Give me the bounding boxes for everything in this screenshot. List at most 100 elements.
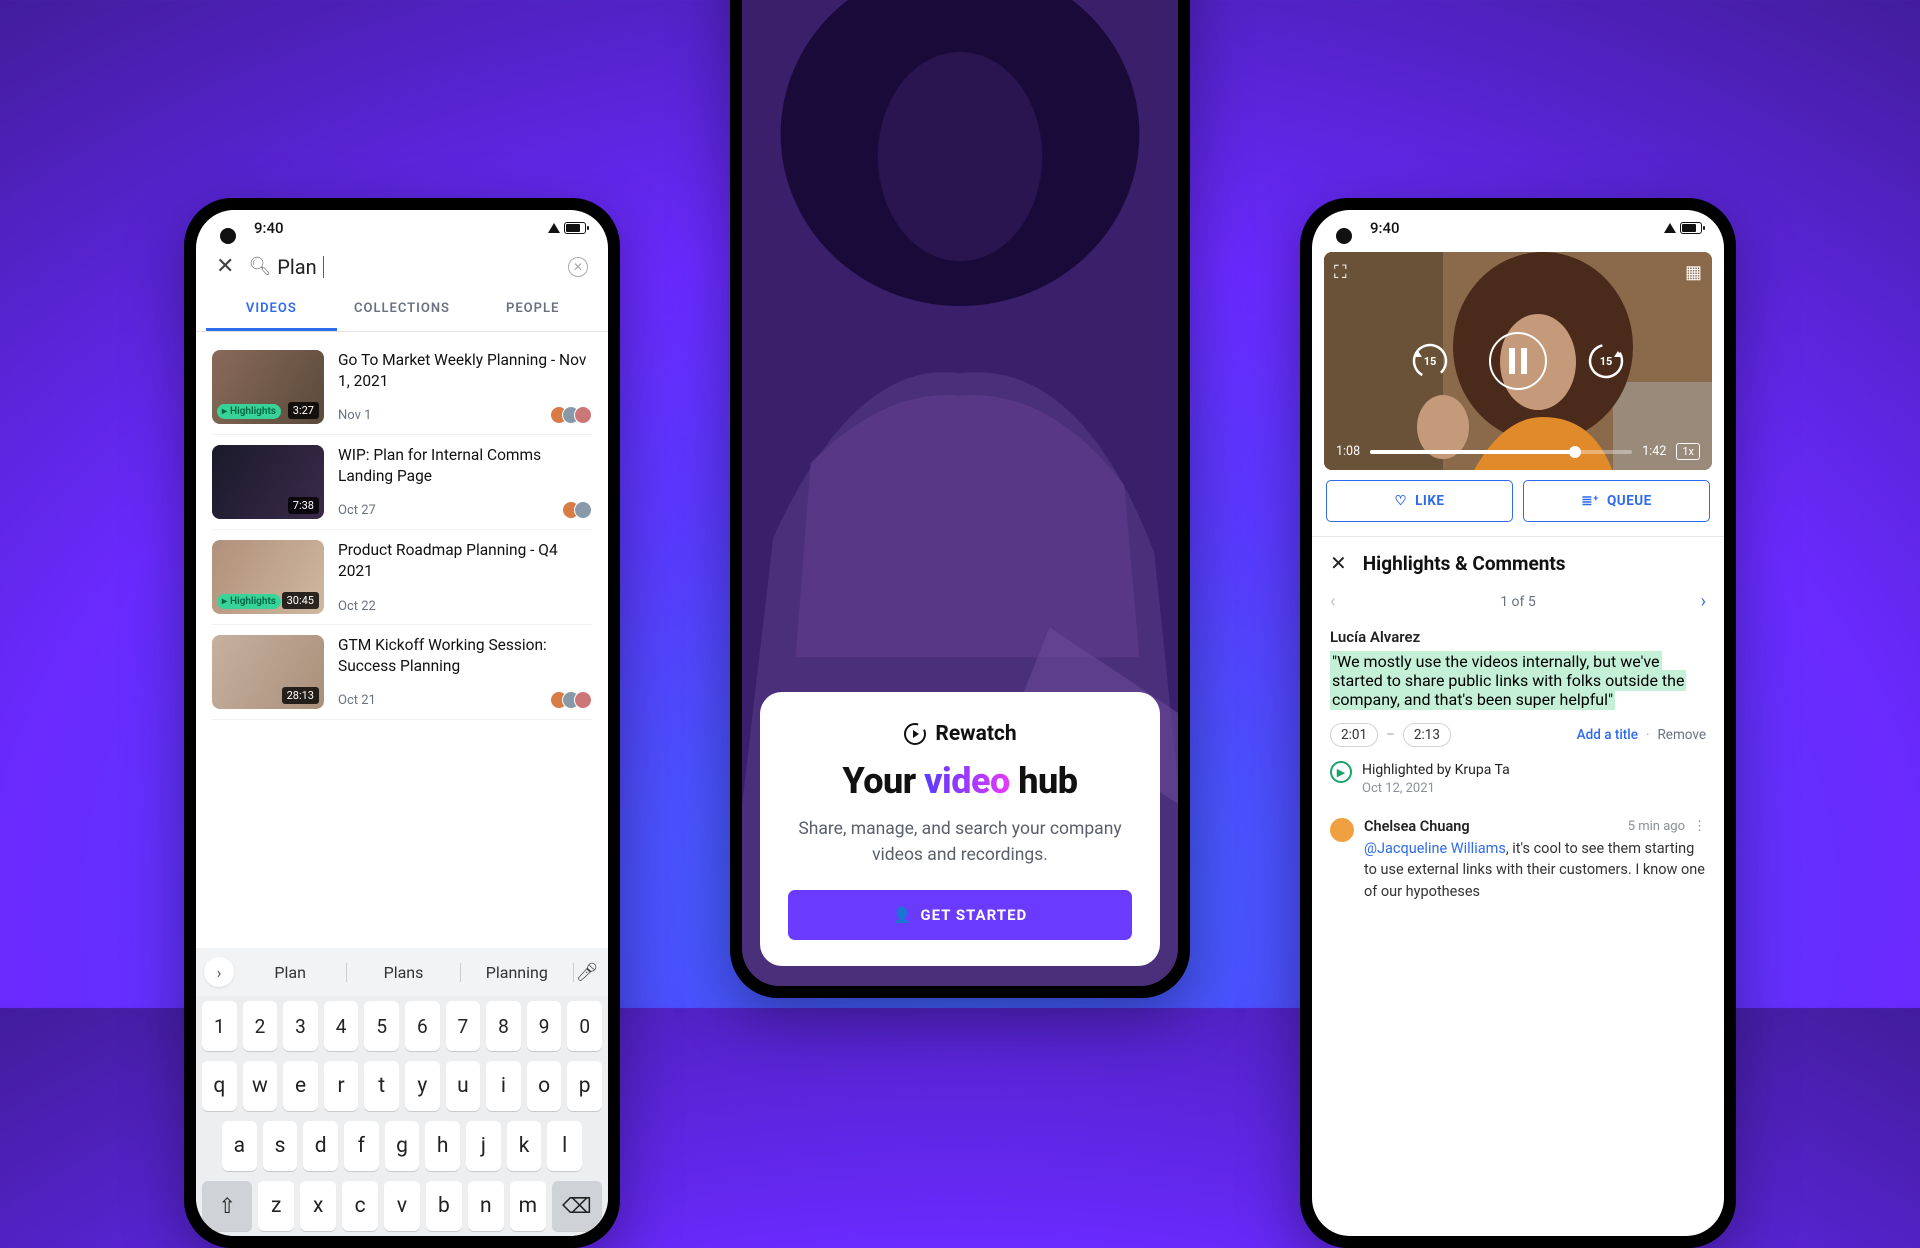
key[interactable]: p (567, 1061, 602, 1111)
list-item[interactable]: ▸ Highlights 30:45 Product Roadmap Plann… (212, 530, 592, 625)
key-shift[interactable]: ⇧ (202, 1181, 252, 1231)
battery-icon (564, 222, 586, 234)
avatar-stack (568, 501, 592, 519)
play-icon[interactable]: ▶ (1330, 761, 1352, 783)
status-time: 9:40 (1370, 219, 1400, 237)
key[interactable]: 5 (364, 1001, 399, 1051)
key[interactable]: y (405, 1061, 440, 1111)
key[interactable]: h (425, 1121, 460, 1171)
highlighted-by: Highlighted by Krupa Ta (1362, 761, 1510, 781)
remove-link[interactable]: Remove (1657, 727, 1706, 743)
duration-badge: 3:27 (288, 402, 319, 419)
like-button[interactable]: ♡LIKE (1326, 480, 1513, 522)
tab-people[interactable]: PEOPLE (467, 291, 598, 331)
key[interactable]: m (510, 1181, 546, 1231)
key[interactable]: l (547, 1121, 582, 1171)
key[interactable]: 8 (486, 1001, 521, 1051)
chevron-left-icon[interactable]: ‹ (1330, 591, 1335, 612)
video-date: Oct 27 (338, 503, 376, 518)
list-item[interactable]: ▸ Highlights 3:27 Go To Market Weekly Pl… (212, 340, 592, 435)
key[interactable]: a (222, 1121, 257, 1171)
chevron-right-icon[interactable]: › (1701, 591, 1706, 612)
keyboard: 1234567890 qwertyuiop asdfghjkl ⇧ zxcvbn… (196, 996, 608, 1236)
speed-button[interactable]: 1x (1676, 443, 1700, 460)
key[interactable]: 2 (243, 1001, 278, 1051)
key[interactable]: g (385, 1121, 420, 1171)
clear-icon[interactable]: ✕ (568, 257, 588, 277)
video-player[interactable]: ⛶ ▦ 15 15 1:08 1:42 1x (1324, 252, 1712, 470)
section-title: Highlights & Comments (1363, 552, 1566, 575)
heart-icon: ♡ (1394, 493, 1407, 509)
key[interactable]: j (466, 1121, 501, 1171)
svg-text:15: 15 (1600, 355, 1613, 368)
progress-track[interactable] (1370, 450, 1632, 454)
phone-search: 9:40 ✕ 🔍︎ Plan ✕ VIDEOS COLLECTIONS PEOP… (184, 198, 620, 1248)
list-item[interactable]: 7:38 WIP: Plan for Internal Comms Landin… (212, 435, 592, 530)
key-backspace[interactable]: ⌫ (552, 1181, 602, 1231)
duration-badge: 7:38 (288, 497, 319, 514)
mention[interactable]: @Jacqueline Williams (1364, 840, 1506, 857)
search-input[interactable]: 🔍︎ Plan (248, 255, 554, 279)
key[interactable]: 7 (446, 1001, 481, 1051)
key[interactable]: e (283, 1061, 318, 1111)
seek-back-button[interactable]: 15 (1407, 338, 1453, 384)
key[interactable]: n (468, 1181, 504, 1231)
close-icon[interactable]: ✕ (1330, 551, 1347, 575)
timestamp-start[interactable]: 2:01 (1330, 723, 1378, 747)
more-icon[interactable]: ⋮ (1693, 819, 1706, 834)
key[interactable]: w (243, 1061, 278, 1111)
status-bar: 9:40 (1312, 210, 1724, 246)
time-total: 1:42 (1642, 444, 1666, 459)
seek-forward-button[interactable]: 15 (1583, 338, 1629, 384)
key[interactable]: 9 (527, 1001, 562, 1051)
avatar (1330, 818, 1354, 842)
suggestion[interactable]: Plan (234, 963, 347, 982)
key[interactable]: k (507, 1121, 542, 1171)
key[interactable]: i (486, 1061, 521, 1111)
user-icon: 👤 (893, 906, 913, 924)
key[interactable]: 6 (405, 1001, 440, 1051)
video-thumbnail: 7:38 (212, 445, 324, 519)
mic-icon[interactable]: 🎤︎ (574, 962, 600, 983)
list-item[interactable]: 28:13 GTM Kickoff Working Session: Succe… (212, 625, 592, 720)
comment-body: @Jacqueline Williams, it's cool to see t… (1364, 838, 1706, 903)
key[interactable]: z (258, 1181, 294, 1231)
highlight-quote: "We mostly use the videos internally, bu… (1330, 652, 1706, 709)
key[interactable]: c (342, 1181, 378, 1231)
results-list: ▸ Highlights 3:27 Go To Market Weekly Pl… (196, 332, 608, 948)
brand-name: Rewatch (935, 722, 1016, 746)
suggestion[interactable]: Plans (347, 963, 460, 982)
key[interactable]: o (527, 1061, 562, 1111)
tab-videos[interactable]: VIDEOS (206, 291, 337, 331)
tab-collections[interactable]: COLLECTIONS (337, 291, 468, 331)
chevron-left-icon[interactable]: › (204, 957, 234, 987)
suggestion[interactable]: Planning (461, 963, 574, 982)
key[interactable]: u (446, 1061, 481, 1111)
key[interactable]: v (384, 1181, 420, 1231)
timestamp-end[interactable]: 2:13 (1403, 723, 1451, 747)
queue-button[interactable]: ≣⁺QUEUE (1523, 480, 1710, 522)
key[interactable]: t (364, 1061, 399, 1111)
video-thumbnail: ▸ Highlights 30:45 (212, 540, 324, 614)
key[interactable]: d (303, 1121, 338, 1171)
search-value: Plan (277, 255, 316, 279)
key[interactable]: 4 (324, 1001, 359, 1051)
key[interactable]: b (426, 1181, 462, 1231)
key[interactable]: q (202, 1061, 237, 1111)
add-title-link[interactable]: Add a title (1577, 727, 1638, 743)
search-icon: 🔍︎ (248, 256, 271, 277)
key[interactable]: s (263, 1121, 298, 1171)
time-elapsed: 1:08 (1336, 444, 1360, 459)
key[interactable]: 0 (567, 1001, 602, 1051)
get-started-button[interactable]: 👤 GET STARTED (788, 890, 1132, 940)
key[interactable]: f (344, 1121, 379, 1171)
video-title: Product Roadmap Planning - Q4 2021 (338, 540, 592, 582)
key[interactable]: 1 (202, 1001, 237, 1051)
status-time: 9:40 (254, 219, 284, 237)
comment-ago: 5 min ago (1628, 819, 1685, 834)
pause-button[interactable] (1489, 332, 1547, 390)
key[interactable]: 3 (283, 1001, 318, 1051)
key[interactable]: r (324, 1061, 359, 1111)
close-icon[interactable]: ✕ (216, 254, 234, 279)
key[interactable]: x (300, 1181, 336, 1231)
